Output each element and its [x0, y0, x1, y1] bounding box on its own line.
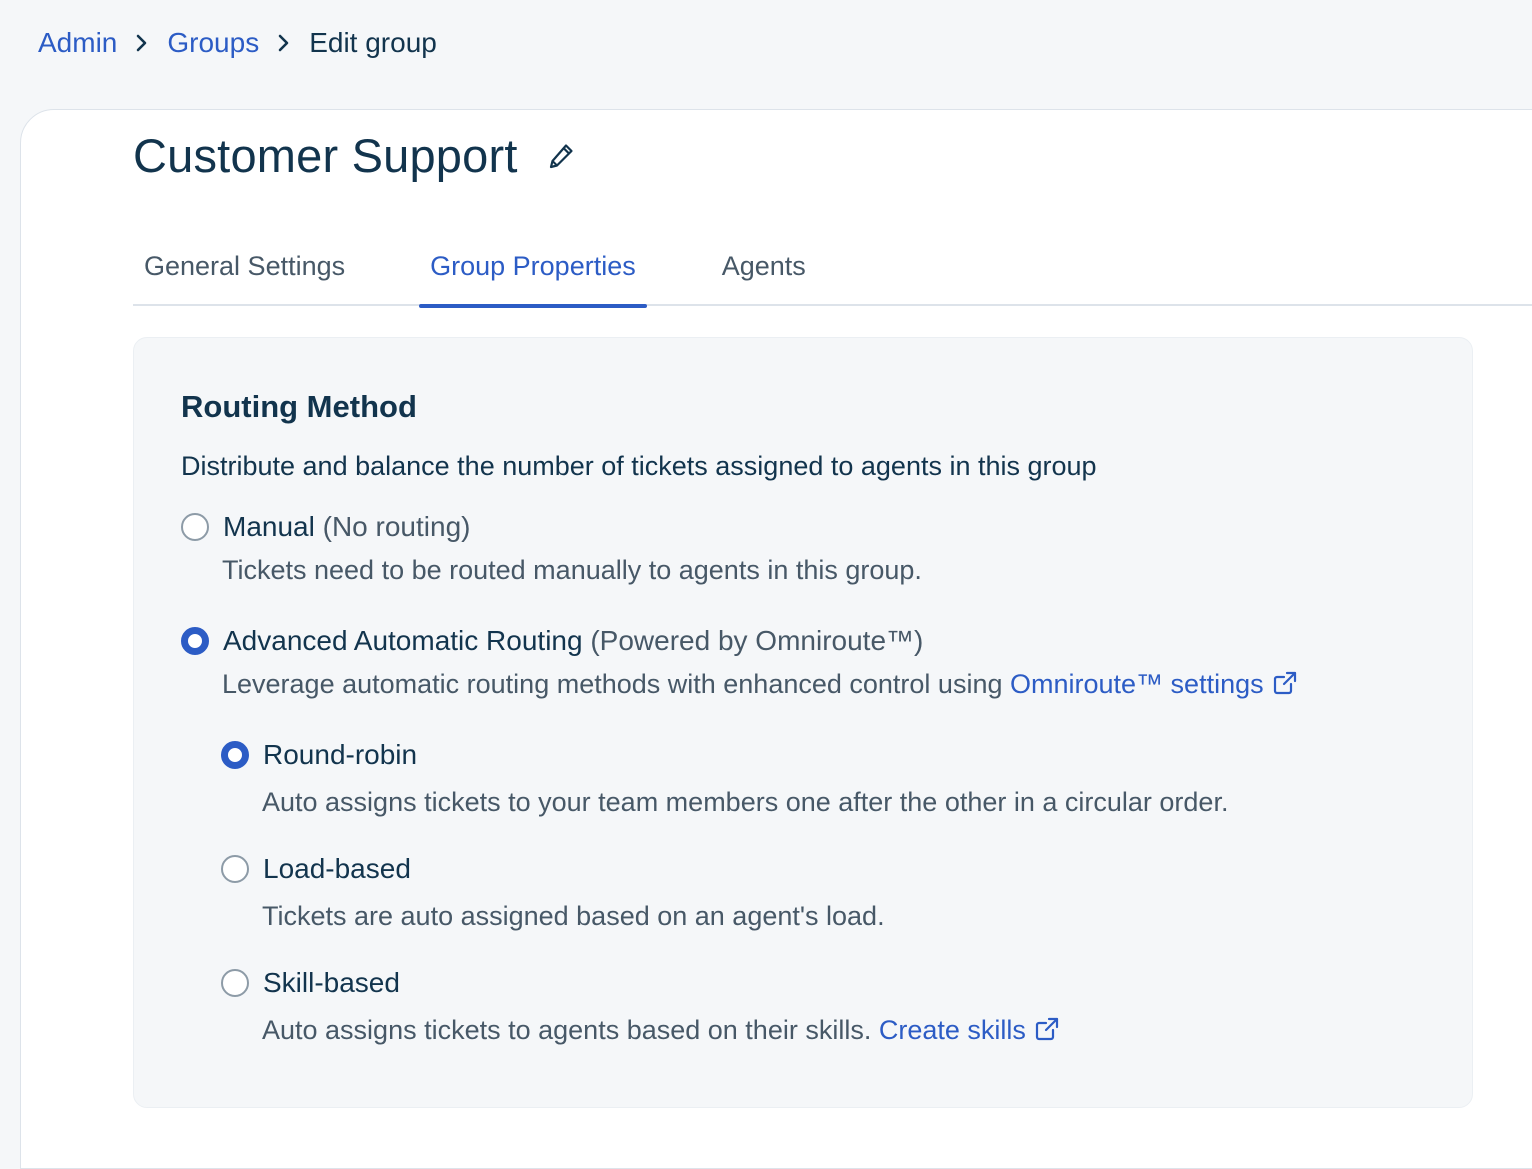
load-based-description: Tickets are auto assigned based on an ag…: [262, 901, 885, 931]
page-header: Customer Support: [133, 128, 576, 184]
routing-option-round-robin[interactable]: Round-robin: [221, 738, 417, 772]
tab-group-properties[interactable]: Group Properties: [419, 240, 647, 308]
breadcrumb-groups-link[interactable]: Groups: [167, 26, 259, 60]
routing-method-title: Routing Method: [181, 389, 417, 424]
breadcrumb: Admin Groups Edit group: [38, 26, 437, 60]
omniroute-settings-link-text: Omniroute™ settings: [1010, 669, 1264, 699]
manual-suffix: (No routing): [322, 511, 471, 542]
round-robin-description: Auto assigns tickets to your team member…: [262, 787, 1229, 817]
routing-option-load-based[interactable]: Load-based: [221, 852, 411, 886]
tab-general-settings[interactable]: General Settings: [133, 240, 356, 306]
create-skills-link[interactable]: Create skills: [879, 1015, 1060, 1045]
breadcrumb-admin-link[interactable]: Admin: [38, 26, 117, 60]
round-robin-radio[interactable]: [221, 741, 249, 769]
external-link-icon: [1034, 1016, 1060, 1042]
skill-based-description-row: Auto assigns tickets to agents based on …: [262, 1014, 1060, 1046]
advanced-suffix: (Powered by Omniroute™): [590, 625, 924, 656]
skill-based-description: Auto assigns tickets to agents based on …: [262, 1015, 872, 1045]
manual-description: Tickets need to be routed manually to ag…: [222, 555, 922, 585]
advanced-description: Leverage automatic routing methods with …: [222, 669, 1003, 699]
skill-based-radio[interactable]: [221, 969, 249, 997]
breadcrumb-current: Edit group: [309, 27, 437, 58]
routing-option-manual[interactable]: Manual (No routing): [181, 510, 470, 544]
advanced-radio[interactable]: [181, 627, 209, 655]
chevron-right-icon: [259, 26, 309, 60]
routing-option-skill-based[interactable]: Skill-based: [221, 966, 400, 1000]
load-based-radio[interactable]: [221, 855, 249, 883]
manual-label: Manual: [223, 511, 315, 542]
skill-based-label: Skill-based: [263, 967, 400, 998]
omniroute-settings-link[interactable]: Omniroute™ settings: [1010, 669, 1298, 699]
manual-radio[interactable]: [181, 513, 209, 541]
advanced-label: Advanced Automatic Routing: [223, 625, 583, 656]
load-based-label: Load-based: [263, 853, 411, 884]
create-skills-link-text: Create skills: [878, 1015, 1026, 1045]
advanced-description-row: Leverage automatic routing methods with …: [222, 668, 1298, 700]
routing-option-advanced[interactable]: Advanced Automatic Routing (Powered by O…: [181, 624, 923, 658]
tab-bar: General Settings Group Properties Agents: [133, 240, 1532, 308]
page-title: Customer Support: [133, 129, 518, 182]
pencil-icon[interactable]: [546, 141, 576, 171]
external-link-icon: [1272, 670, 1298, 696]
round-robin-label: Round-robin: [263, 739, 418, 770]
tab-agents[interactable]: Agents: [711, 240, 817, 306]
routing-method-description: Distribute and balance the number of tic…: [181, 451, 1097, 481]
chevron-right-icon: [117, 26, 167, 60]
